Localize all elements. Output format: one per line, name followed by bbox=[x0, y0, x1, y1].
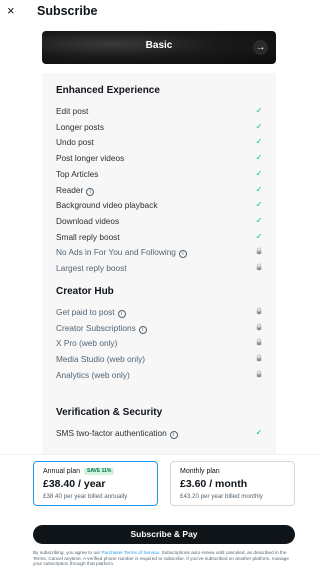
feature-label: Longer posts bbox=[56, 121, 104, 132]
feature-label: Post longer videos bbox=[56, 153, 125, 164]
feature-row: Get paid to post i 🔒 bbox=[56, 305, 264, 319]
feature-row: Undo post ✓ bbox=[56, 135, 264, 149]
feature-row: Background video playback ✓ bbox=[56, 198, 264, 212]
feature-card: Verification & Security SMS two-factor au… bbox=[42, 395, 276, 454]
feature-row: Small reply boost ✓ bbox=[56, 230, 264, 244]
lock-icon: 🔒 bbox=[254, 323, 264, 331]
feature-label: No Ads in For You and Following i bbox=[56, 245, 187, 259]
feature-row: Top Articles ✓ bbox=[56, 167, 264, 181]
subscribe-pay-button[interactable]: Subscribe & Pay bbox=[33, 525, 295, 544]
feature-row: Media Studio (web only) 🔒 bbox=[56, 352, 264, 366]
feature-label: Edit post bbox=[56, 106, 89, 116]
plan-monthly-option[interactable]: Monthly plan £3.60 / month £43.20 per ye… bbox=[170, 461, 295, 506]
section-title: Enhanced Experience bbox=[56, 85, 160, 96]
feature-row: Analytics (web only) 🔒 bbox=[56, 368, 264, 382]
checkmark-icon: ✓ bbox=[255, 200, 263, 210]
lock-icon: 🔒 bbox=[254, 355, 264, 363]
lock-icon: 🔒 bbox=[254, 308, 264, 315]
lock-icon: 🔒 bbox=[254, 339, 264, 347]
feature-label: Undo post bbox=[56, 137, 94, 148]
features-scroll-area[interactable]: Basic → Enhanced Experience Edit post ✓ Lon… bbox=[0, 24, 321, 454]
checkmark-icon: ✓ bbox=[255, 428, 263, 437]
tier-name: Basic bbox=[145, 40, 173, 51]
purchaser-terms-link[interactable]: Purchaser Terms of Service bbox=[102, 550, 160, 555]
info-icon[interactable]: i bbox=[178, 250, 187, 259]
checkout-panel: Annual plan SAVE 11% £38.40 / year £38.40… bbox=[0, 454, 321, 581]
checkmark-icon: ✓ bbox=[255, 153, 263, 163]
feature-label: SMS two-factor authentication i bbox=[56, 426, 178, 440]
feature-row: Edit post ✓ bbox=[56, 104, 264, 118]
feature-row: Largest reply boost 🔒 bbox=[56, 261, 264, 275]
plan-name: Monthly plan bbox=[180, 468, 220, 475]
feature-label: Media Studio (web only) bbox=[56, 354, 146, 365]
checkmark-icon: ✓ bbox=[255, 215, 263, 225]
info-icon[interactable]: i bbox=[117, 310, 126, 318]
section-title: Verification & Security bbox=[56, 407, 163, 418]
feature-label: Get paid to post i bbox=[56, 305, 126, 319]
checkmark-icon: ✓ bbox=[255, 168, 263, 178]
feature-label: Top Articles bbox=[56, 168, 99, 179]
header: × Subscribe bbox=[0, 0, 321, 24]
info-icon[interactable]: i bbox=[169, 431, 178, 439]
plan-name: Annual plan SAVE 11% bbox=[43, 468, 115, 475]
feature-card: Creator Hub Get paid to post i 🔒 Creator Sub… bbox=[42, 274, 276, 399]
checkmark-icon: ✓ bbox=[255, 231, 263, 241]
feature-label: Largest reply boost bbox=[56, 263, 127, 273]
page-title: Subscribe bbox=[37, 4, 98, 18]
checkmark-icon: ✓ bbox=[255, 121, 263, 131]
feature-row: No Ads in For You and Following i 🔒 bbox=[56, 245, 264, 259]
plan-billing-note: £38.40 per year billed annually bbox=[43, 493, 128, 500]
feature-row: SMS two-factor authentication i ✓ bbox=[56, 426, 264, 440]
feature-label: Creator Subscriptions i bbox=[56, 321, 147, 335]
feature-row: Download videos ✓ bbox=[56, 214, 264, 228]
feature-card: Enhanced Experience Edit post ✓ Longer post… bbox=[42, 73, 276, 292]
feature-row: Longer posts ✓ bbox=[56, 120, 264, 134]
close-icon[interactable]: × bbox=[7, 4, 19, 17]
feature-row: Creator Subscriptions i 🔒 bbox=[56, 321, 264, 335]
info-icon[interactable]: i bbox=[138, 325, 147, 334]
feature-row: X Pro (web only) 🔒 bbox=[56, 336, 264, 350]
feature-label: Analytics (web only) bbox=[56, 369, 130, 380]
lock-icon: 🔒 bbox=[254, 264, 264, 271]
feature-row: Post longer videos ✓ bbox=[56, 151, 264, 165]
plan-price: £3.60 / month bbox=[180, 478, 248, 490]
lock-icon: 🔒 bbox=[254, 370, 264, 378]
feature-label: Small reply boost bbox=[56, 231, 120, 242]
info-icon[interactable]: i bbox=[86, 187, 95, 196]
save-badge: SAVE 11% bbox=[83, 468, 115, 475]
plan-price: £38.40 / year bbox=[43, 478, 106, 490]
plan-annual-option[interactable]: Annual plan SAVE 11% £38.40 / year £38.40… bbox=[33, 461, 158, 506]
feature-label: X Pro (web only) bbox=[56, 338, 118, 349]
feature-label: Download videos bbox=[56, 215, 120, 226]
lock-icon: 🔒 bbox=[254, 248, 264, 256]
checkmark-icon: ✓ bbox=[255, 106, 263, 115]
tier-selector-button[interactable]: Basic → bbox=[42, 31, 276, 64]
arrow-right-icon: → bbox=[253, 40, 268, 55]
feature-label: Reader i bbox=[56, 183, 95, 197]
checkmark-icon: ✓ bbox=[255, 137, 263, 147]
section-title: Creator Hub bbox=[56, 286, 114, 297]
plan-billing-note: £43.20 per year billed monthly bbox=[180, 493, 263, 500]
checkmark-icon: ✓ bbox=[255, 184, 263, 194]
feature-row: Reader i ✓ bbox=[56, 183, 264, 197]
feature-label: Background video playback bbox=[56, 200, 158, 211]
legal-disclaimer: By subscribing, you agree to our Purchas… bbox=[33, 550, 289, 567]
